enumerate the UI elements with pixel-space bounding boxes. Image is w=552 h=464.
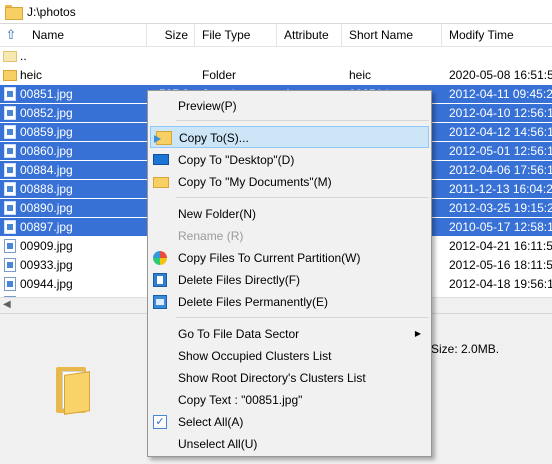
image-file-icon <box>4 125 16 139</box>
cell-time: 2011-12-13 16:04:20 <box>449 182 552 196</box>
menu-item-delete-directly[interactable]: Delete Files Directly(F) <box>148 269 431 291</box>
folder-preview-icon <box>56 367 92 415</box>
cell-attr <box>284 47 342 65</box>
parent-folder-icon <box>3 51 17 62</box>
menu-item-select-all[interactable]: ✓ Select All(A) <box>148 411 431 433</box>
cell-type: Folder <box>202 68 237 82</box>
cell-type <box>202 47 277 65</box>
scroll-left-icon[interactable]: ◀ <box>3 299 11 310</box>
menu-item-copy-mydocs[interactable]: Copy To "My Documents"(M) <box>148 171 431 193</box>
column-file-type[interactable]: File Type <box>195 24 277 47</box>
cell-time: 2012-03-25 19:15:20 <box>449 201 552 215</box>
cell-short: heic <box>349 68 372 82</box>
column-modify-time[interactable]: Modify Time <box>442 24 552 47</box>
column-name[interactable]: ⇧ Name <box>0 24 147 47</box>
cell-name: .. <box>20 49 27 63</box>
cell-name: 00944.jpg <box>20 277 73 291</box>
sort-up-icon[interactable]: ⇧ <box>4 28 18 42</box>
menu-item-show-clusters[interactable]: Show Occupied Clusters List <box>148 345 431 367</box>
path-text: J:\photos <box>27 4 76 19</box>
cell-time: 2012-04-10 12:56:11 <box>449 106 552 120</box>
column-short-name[interactable]: Short Name <box>342 24 442 47</box>
cell-name: 00859.jpg <box>20 125 73 139</box>
cell-time: 2010-05-17 12:58:11 <box>449 220 552 234</box>
image-file-icon <box>4 182 16 196</box>
menu-item-preview[interactable]: Preview(P) <box>148 95 431 117</box>
cell-size <box>147 66 189 84</box>
menu-item-delete-permanently[interactable]: Delete Files Permanently(E) <box>148 291 431 313</box>
cell-time: 2012-04-06 17:56:11 <box>449 163 552 177</box>
image-file-icon <box>4 258 16 272</box>
menu-separator <box>176 197 429 198</box>
image-file-icon <box>4 144 16 158</box>
menu-item-show-root-clusters[interactable]: Show Root Directory's Clusters List <box>148 367 431 389</box>
file-row[interactable]: .. <box>0 47 552 65</box>
menu-item-copy-to[interactable]: Copy To(S)... <box>150 126 429 148</box>
cell-name: 00897.jpg <box>20 220 73 234</box>
menu-separator <box>176 317 429 318</box>
cell-short <box>349 47 442 65</box>
cell-name: 00852.jpg <box>20 106 73 120</box>
menu-item-copy-partition[interactable]: Copy Files To Current Partition(W) <box>148 247 431 269</box>
column-attribute[interactable]: Attribute <box>277 24 342 47</box>
partition-icon <box>153 251 167 265</box>
shredder-icon <box>153 295 167 309</box>
menu-item-goto-sector[interactable]: Go To File Data Sector ▶ <box>148 323 431 345</box>
cell-size <box>147 47 189 65</box>
cell-name: 00890.jpg <box>20 201 73 215</box>
cell-time: 2012-04-21 16:11:51 <box>449 239 552 253</box>
cell-time: 2012-04-11 09:45:23 <box>449 87 552 101</box>
select-all-icon: ✓ <box>153 415 167 429</box>
cell-name: 00860.jpg <box>20 144 73 158</box>
image-file-icon <box>4 201 16 215</box>
cell-name: 00884.jpg <box>20 163 73 177</box>
cell-name: 00851.jpg <box>20 87 73 101</box>
copy-to-icon <box>154 131 172 145</box>
cell-name: heic <box>20 68 43 82</box>
column-size[interactable]: Size <box>147 24 195 47</box>
cell-name: 00909.jpg <box>20 239 73 253</box>
desktop-icon <box>153 154 169 165</box>
cell-time <box>449 47 552 65</box>
image-file-icon <box>4 220 16 234</box>
file-row[interactable]: heic Folder heic 2020-05-08 16:51:51 <box>0 66 552 84</box>
context-menu: Preview(P) Copy To(S)... Copy To "Deskto… <box>147 90 432 457</box>
menu-item-copy-desktop[interactable]: Copy To "Desktop"(D) <box>148 149 431 171</box>
image-file-icon <box>4 163 16 177</box>
menu-separator <box>176 120 429 121</box>
menu-item-unselect-all[interactable]: Unselect All(U) <box>148 433 431 455</box>
cell-name: 00933.jpg <box>20 258 73 272</box>
image-file-icon <box>4 239 16 253</box>
cell-time: 2012-04-18 19:56:11 <box>449 277 552 291</box>
folder-icon <box>3 70 17 81</box>
cell-time: 2012-05-16 18:11:51 <box>449 258 552 272</box>
cell-time: 2020-05-08 16:51:51 <box>449 68 552 82</box>
cell-attr <box>284 66 342 84</box>
delete-icon <box>153 273 167 287</box>
my-documents-icon <box>153 177 169 188</box>
menu-item-new-folder[interactable]: New Folder(N) <box>148 203 431 225</box>
preview-size-text: Size: 2.0MB. <box>431 342 500 356</box>
path-bar[interactable]: J:\photos <box>0 0 552 24</box>
folder-icon <box>5 5 23 20</box>
image-file-icon <box>4 277 16 291</box>
cell-time: 2012-05-01 12:56:11 <box>449 144 552 158</box>
menu-item-copy-text[interactable]: Copy Text : "00851.jpg" <box>148 389 431 411</box>
menu-item-rename: Rename (R) <box>178 229 244 243</box>
column-header: ⇧ Name Size File Type Attribute Short Na… <box>0 24 552 47</box>
cell-name: 00888.jpg <box>20 182 73 196</box>
cell-time: 2012-04-12 14:56:11 <box>449 125 552 139</box>
submenu-arrow-icon: ▶ <box>414 329 421 338</box>
image-file-icon <box>4 106 16 120</box>
image-file-icon <box>4 87 16 101</box>
